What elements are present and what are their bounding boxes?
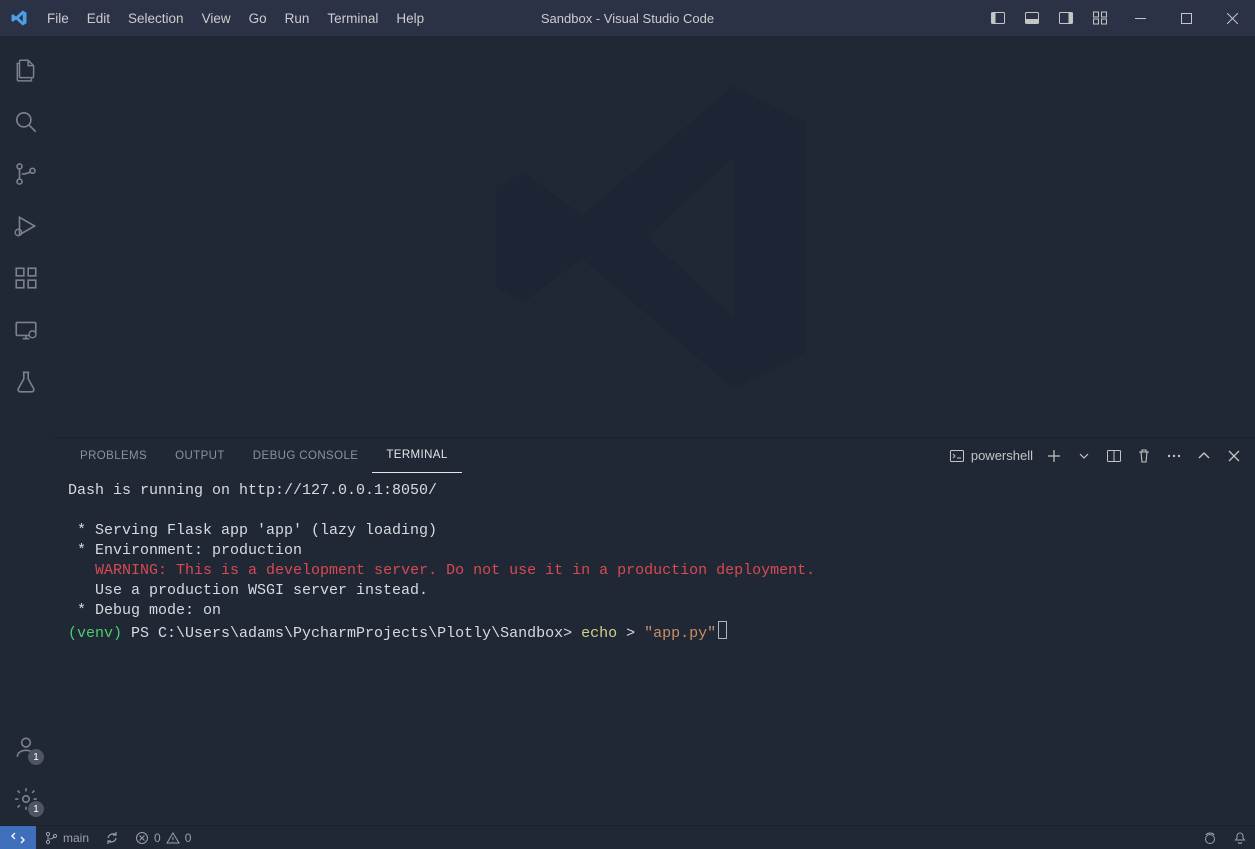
status-remote-button[interactable] bbox=[0, 826, 36, 849]
activity-search[interactable] bbox=[0, 96, 52, 148]
menu-file[interactable]: File bbox=[38, 0, 78, 36]
activity-remote-explorer[interactable] bbox=[0, 304, 52, 356]
terminal-line: Dash is running on http://127.0.0.1:8050… bbox=[68, 482, 437, 499]
kill-terminal-button[interactable] bbox=[1131, 443, 1157, 469]
activity-source-control[interactable] bbox=[0, 148, 52, 200]
terminal-prompt-path: PS C:\Users\adams\PycharmProjects\Plotly… bbox=[122, 625, 581, 642]
status-error-count: 0 bbox=[154, 831, 161, 845]
split-horizontal-icon bbox=[1106, 448, 1122, 464]
terminal-line: Use a production WSGI server instead. bbox=[68, 582, 428, 599]
bell-icon bbox=[1233, 831, 1247, 845]
git-branch-icon bbox=[44, 831, 58, 845]
terminal-shell-selector[interactable]: powershell bbox=[945, 443, 1037, 469]
chevron-down-icon bbox=[1079, 451, 1089, 461]
terminal-line: * Environment: production bbox=[68, 542, 302, 559]
status-warning-count: 0 bbox=[185, 831, 192, 845]
panel-tab-problems[interactable]: Problems bbox=[66, 438, 161, 473]
plus-icon bbox=[1046, 448, 1062, 464]
window-maximize-button[interactable] bbox=[1163, 0, 1209, 36]
activity-bar: 1 1 bbox=[0, 36, 52, 825]
split-terminal-button[interactable] bbox=[1101, 443, 1127, 469]
panel-tab-debug-console[interactable]: Debug Console bbox=[239, 438, 373, 473]
maximize-panel-button[interactable] bbox=[1191, 443, 1217, 469]
error-icon bbox=[135, 831, 149, 845]
panel-tab-terminal[interactable]: Terminal bbox=[372, 438, 461, 473]
terminal-command: > bbox=[617, 625, 644, 642]
new-terminal-button[interactable] bbox=[1041, 443, 1067, 469]
activity-accounts[interactable]: 1 bbox=[0, 721, 52, 773]
remote-icon bbox=[11, 831, 25, 845]
terminal-line: * Debug mode: on bbox=[68, 602, 221, 619]
search-icon bbox=[13, 109, 39, 135]
status-branch[interactable]: main bbox=[36, 826, 97, 849]
terminal-venv: (venv) bbox=[68, 625, 122, 642]
source-control-icon bbox=[13, 161, 39, 187]
menu-edit[interactable]: Edit bbox=[78, 0, 119, 36]
chevron-up-icon bbox=[1197, 449, 1211, 463]
window-title: Sandbox - Visual Studio Code bbox=[541, 11, 714, 26]
vscode-watermark-icon bbox=[474, 57, 834, 417]
terminal-cursor bbox=[718, 621, 727, 639]
status-problems[interactable]: 0 0 bbox=[127, 826, 199, 849]
extensions-icon bbox=[13, 265, 39, 291]
activity-manage[interactable]: 1 bbox=[0, 773, 52, 825]
activity-explorer[interactable] bbox=[0, 44, 52, 96]
terminal-line bbox=[68, 562, 95, 579]
menu-view[interactable]: View bbox=[193, 0, 240, 36]
editor-area-empty bbox=[52, 36, 1255, 437]
new-terminal-dropdown[interactable] bbox=[1071, 443, 1097, 469]
menu-bar: File Edit Selection View Go Run Terminal… bbox=[38, 0, 433, 36]
terminal-more-actions[interactable] bbox=[1161, 443, 1187, 469]
status-feedback[interactable] bbox=[1195, 826, 1225, 849]
status-branch-name: main bbox=[63, 831, 89, 845]
terminal-line: * Serving Flask app 'app' (lazy loading) bbox=[68, 522, 437, 539]
status-bar: main 0 0 bbox=[0, 825, 1255, 849]
customize-layout-icon[interactable] bbox=[1083, 0, 1117, 36]
beaker-icon bbox=[13, 369, 39, 395]
menu-run[interactable]: Run bbox=[276, 0, 319, 36]
settings-badge: 1 bbox=[28, 801, 44, 817]
close-icon bbox=[1227, 449, 1241, 463]
toggle-primary-sidebar-icon[interactable] bbox=[981, 0, 1015, 36]
sync-icon bbox=[105, 831, 119, 845]
terminal-icon bbox=[949, 448, 965, 464]
status-notifications[interactable] bbox=[1225, 826, 1255, 849]
files-icon bbox=[13, 57, 39, 83]
activity-run-debug[interactable] bbox=[0, 200, 52, 252]
terminal-command: echo bbox=[581, 625, 617, 642]
toggle-secondary-sidebar-icon[interactable] bbox=[1049, 0, 1083, 36]
close-panel-button[interactable] bbox=[1221, 443, 1247, 469]
remote-explorer-icon bbox=[13, 317, 39, 343]
toggle-panel-icon[interactable] bbox=[1015, 0, 1049, 36]
panel-tab-output[interactable]: Output bbox=[161, 438, 239, 473]
debug-icon bbox=[13, 213, 39, 239]
terminal-argument: "app.py" bbox=[644, 625, 716, 642]
terminal-output[interactable]: Dash is running on http://127.0.0.1:8050… bbox=[52, 473, 1255, 825]
window-close-button[interactable] bbox=[1209, 0, 1255, 36]
window-minimize-button[interactable] bbox=[1117, 0, 1163, 36]
title-bar: File Edit Selection View Go Run Terminal… bbox=[0, 0, 1255, 36]
panel-tabs: Problems Output Debug Console Terminal p… bbox=[52, 438, 1255, 473]
vscode-logo-icon bbox=[0, 9, 38, 27]
terminal-shell-label: powershell bbox=[971, 448, 1033, 463]
menu-help[interactable]: Help bbox=[387, 0, 433, 36]
accounts-badge: 1 bbox=[28, 749, 44, 765]
bottom-panel: Problems Output Debug Console Terminal p… bbox=[52, 437, 1255, 825]
trash-icon bbox=[1136, 448, 1152, 464]
menu-selection[interactable]: Selection bbox=[119, 0, 193, 36]
warning-icon bbox=[166, 831, 180, 845]
activity-extensions[interactable] bbox=[0, 252, 52, 304]
status-sync[interactable] bbox=[97, 826, 127, 849]
terminal-warning: WARNING: This is a development server. D… bbox=[95, 562, 815, 579]
activity-testing[interactable] bbox=[0, 356, 52, 408]
ellipsis-icon bbox=[1166, 448, 1182, 464]
menu-go[interactable]: Go bbox=[240, 0, 276, 36]
feedback-icon bbox=[1203, 831, 1217, 845]
menu-terminal[interactable]: Terminal bbox=[318, 0, 387, 36]
